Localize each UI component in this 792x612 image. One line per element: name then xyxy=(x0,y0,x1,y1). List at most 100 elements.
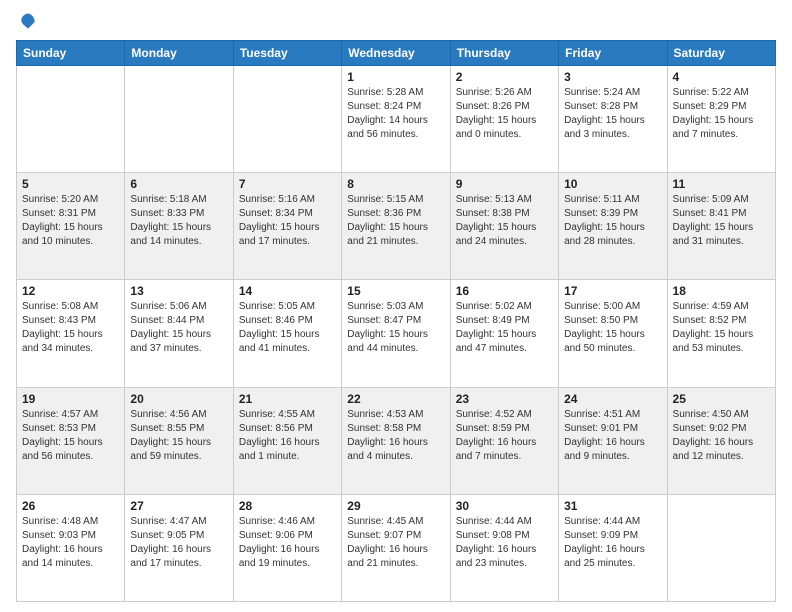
day-info: Sunrise: 4:52 AM Sunset: 8:59 PM Dayligh… xyxy=(456,408,553,464)
day-info: Sunrise: 4:57 AM Sunset: 8:53 PM Dayligh… xyxy=(22,408,119,464)
calendar-cell: 12 Sunrise: 5:08 AM Sunset: 8:43 PM Dayli… xyxy=(17,280,125,387)
calendar-cell: 13 Sunrise: 5:06 AM Sunset: 8:44 PM Dayli… xyxy=(125,280,233,387)
day-number: 13 xyxy=(130,284,227,298)
calendar-week-5: 26 Sunrise: 4:48 AM Sunset: 9:03 PM Dayli… xyxy=(17,494,776,601)
day-info: Sunrise: 5:26 AM Sunset: 8:26 PM Dayligh… xyxy=(456,86,553,142)
page: SundayMondayTuesdayWednesdayThursdayFrid… xyxy=(0,0,792,612)
day-info: Sunrise: 5:18 AM Sunset: 8:33 PM Dayligh… xyxy=(130,193,227,249)
day-number: 14 xyxy=(239,284,336,298)
day-header-thursday: Thursday xyxy=(450,41,558,66)
calendar-cell: 18 Sunrise: 4:59 AM Sunset: 8:52 PM Dayli… xyxy=(667,280,775,387)
calendar-cell: 11 Sunrise: 5:09 AM Sunset: 8:41 PM Dayli… xyxy=(667,173,775,280)
day-info: Sunrise: 5:08 AM Sunset: 8:43 PM Dayligh… xyxy=(22,300,119,356)
day-info: Sunrise: 4:44 AM Sunset: 9:08 PM Dayligh… xyxy=(456,515,553,571)
calendar-cell: 10Sunrise: 5:11 AM Sunset: 8:39 PM Dayli… xyxy=(559,173,667,280)
day-header-saturday: Saturday xyxy=(667,41,775,66)
calendar-cell: 9 Sunrise: 5:13 AM Sunset: 8:38 PM Daylig… xyxy=(450,173,558,280)
calendar-cell: 31Sunrise: 4:44 AM Sunset: 9:09 PM Dayli… xyxy=(559,494,667,601)
day-info: Sunrise: 5:02 AM Sunset: 8:49 PM Dayligh… xyxy=(456,300,553,356)
calendar-week-1: 1Sunrise: 5:28 AM Sunset: 8:24 PM Daylig… xyxy=(17,66,776,173)
day-number: 2 xyxy=(456,70,553,84)
day-info: Sunrise: 4:48 AM Sunset: 9:03 PM Dayligh… xyxy=(22,515,119,571)
calendar-cell xyxy=(233,66,341,173)
day-number: 5 xyxy=(22,177,119,191)
day-number: 30 xyxy=(456,499,553,513)
day-info: Sunrise: 4:50 AM Sunset: 9:02 PM Dayligh… xyxy=(673,408,770,464)
calendar-cell: 8Sunrise: 5:15 AM Sunset: 8:36 PM Daylig… xyxy=(342,173,450,280)
calendar-cell: 24 Sunrise: 4:51 AM Sunset: 9:01 PM Dayli… xyxy=(559,387,667,494)
calendar-cell: 14 Sunrise: 5:05 AM Sunset: 8:46 PM Dayli… xyxy=(233,280,341,387)
calendar-cell: 20Sunrise: 4:56 AM Sunset: 8:55 PM Dayli… xyxy=(125,387,233,494)
day-info: Sunrise: 5:05 AM Sunset: 8:46 PM Dayligh… xyxy=(239,300,336,356)
calendar-cell xyxy=(17,66,125,173)
calendar-cell: 4 Sunrise: 5:22 AM Sunset: 8:29 PM Daylig… xyxy=(667,66,775,173)
day-number: 11 xyxy=(673,177,770,191)
day-info: Sunrise: 5:11 AM Sunset: 8:39 PM Dayligh… xyxy=(564,193,661,249)
day-number: 23 xyxy=(456,392,553,406)
day-header-monday: Monday xyxy=(125,41,233,66)
day-info: Sunrise: 4:59 AM Sunset: 8:52 PM Dayligh… xyxy=(673,300,770,356)
calendar-week-3: 12 Sunrise: 5:08 AM Sunset: 8:43 PM Dayli… xyxy=(17,280,776,387)
day-number: 3 xyxy=(564,70,661,84)
day-number: 15 xyxy=(347,284,444,298)
calendar-cell: 15 Sunrise: 5:03 AM Sunset: 8:47 PM Dayli… xyxy=(342,280,450,387)
calendar-cell: 17Sunrise: 5:00 AM Sunset: 8:50 PM Dayli… xyxy=(559,280,667,387)
day-number: 9 xyxy=(456,177,553,191)
calendar-cell: 22 Sunrise: 4:53 AM Sunset: 8:58 PM Dayli… xyxy=(342,387,450,494)
logo-icon xyxy=(18,12,38,32)
day-number: 21 xyxy=(239,392,336,406)
calendar-cell: 29Sunrise: 4:45 AM Sunset: 9:07 PM Dayli… xyxy=(342,494,450,601)
day-info: Sunrise: 5:15 AM Sunset: 8:36 PM Dayligh… xyxy=(347,193,444,249)
day-number: 16 xyxy=(456,284,553,298)
day-info: Sunrise: 4:44 AM Sunset: 9:09 PM Dayligh… xyxy=(564,515,661,571)
calendar-cell: 19 Sunrise: 4:57 AM Sunset: 8:53 PM Dayli… xyxy=(17,387,125,494)
calendar-cell xyxy=(667,494,775,601)
day-info: Sunrise: 5:13 AM Sunset: 8:38 PM Dayligh… xyxy=(456,193,553,249)
day-number: 17 xyxy=(564,284,661,298)
calendar-table: SundayMondayTuesdayWednesdayThursdayFrid… xyxy=(16,40,776,602)
calendar-cell: 30 Sunrise: 4:44 AM Sunset: 9:08 PM Dayli… xyxy=(450,494,558,601)
calendar-header-row: SundayMondayTuesdayWednesdayThursdayFrid… xyxy=(17,41,776,66)
day-info: Sunrise: 5:03 AM Sunset: 8:47 PM Dayligh… xyxy=(347,300,444,356)
day-info: Sunrise: 4:53 AM Sunset: 8:58 PM Dayligh… xyxy=(347,408,444,464)
day-info: Sunrise: 4:56 AM Sunset: 8:55 PM Dayligh… xyxy=(130,408,227,464)
day-number: 25 xyxy=(673,392,770,406)
calendar-cell: 21 Sunrise: 4:55 AM Sunset: 8:56 PM Dayli… xyxy=(233,387,341,494)
calendar-cell: 2 Sunrise: 5:26 AM Sunset: 8:26 PM Daylig… xyxy=(450,66,558,173)
calendar-week-2: 5Sunrise: 5:20 AM Sunset: 8:31 PM Daylig… xyxy=(17,173,776,280)
day-number: 24 xyxy=(564,392,661,406)
day-header-sunday: Sunday xyxy=(17,41,125,66)
logo-text xyxy=(16,12,38,32)
day-info: Sunrise: 5:06 AM Sunset: 8:44 PM Dayligh… xyxy=(130,300,227,356)
logo xyxy=(16,12,38,32)
day-number: 19 xyxy=(22,392,119,406)
day-number: 6 xyxy=(130,177,227,191)
day-number: 4 xyxy=(673,70,770,84)
day-info: Sunrise: 5:09 AM Sunset: 8:41 PM Dayligh… xyxy=(673,193,770,249)
day-info: Sunrise: 5:16 AM Sunset: 8:34 PM Dayligh… xyxy=(239,193,336,249)
day-header-tuesday: Tuesday xyxy=(233,41,341,66)
calendar-cell: 1Sunrise: 5:28 AM Sunset: 8:24 PM Daylig… xyxy=(342,66,450,173)
day-info: Sunrise: 4:55 AM Sunset: 8:56 PM Dayligh… xyxy=(239,408,336,464)
day-info: Sunrise: 4:47 AM Sunset: 9:05 PM Dayligh… xyxy=(130,515,227,571)
day-number: 28 xyxy=(239,499,336,513)
day-number: 1 xyxy=(347,70,444,84)
day-header-wednesday: Wednesday xyxy=(342,41,450,66)
calendar-cell: 16 Sunrise: 5:02 AM Sunset: 8:49 PM Dayli… xyxy=(450,280,558,387)
calendar-cell: 3 Sunrise: 5:24 AM Sunset: 8:28 PM Daylig… xyxy=(559,66,667,173)
day-number: 12 xyxy=(22,284,119,298)
day-number: 27 xyxy=(130,499,227,513)
day-number: 22 xyxy=(347,392,444,406)
calendar-week-4: 19 Sunrise: 4:57 AM Sunset: 8:53 PM Dayli… xyxy=(17,387,776,494)
day-number: 26 xyxy=(22,499,119,513)
day-info: Sunrise: 4:51 AM Sunset: 9:01 PM Dayligh… xyxy=(564,408,661,464)
calendar-cell: 23 Sunrise: 4:52 AM Sunset: 8:59 PM Dayli… xyxy=(450,387,558,494)
calendar-cell: 28Sunrise: 4:46 AM Sunset: 9:06 PM Dayli… xyxy=(233,494,341,601)
day-number: 18 xyxy=(673,284,770,298)
day-info: Sunrise: 5:22 AM Sunset: 8:29 PM Dayligh… xyxy=(673,86,770,142)
calendar-cell xyxy=(125,66,233,173)
calendar-cell: 26 Sunrise: 4:48 AM Sunset: 9:03 PM Dayli… xyxy=(17,494,125,601)
calendar-cell: 7Sunrise: 5:16 AM Sunset: 8:34 PM Daylig… xyxy=(233,173,341,280)
day-info: Sunrise: 5:24 AM Sunset: 8:28 PM Dayligh… xyxy=(564,86,661,142)
header xyxy=(16,12,776,32)
